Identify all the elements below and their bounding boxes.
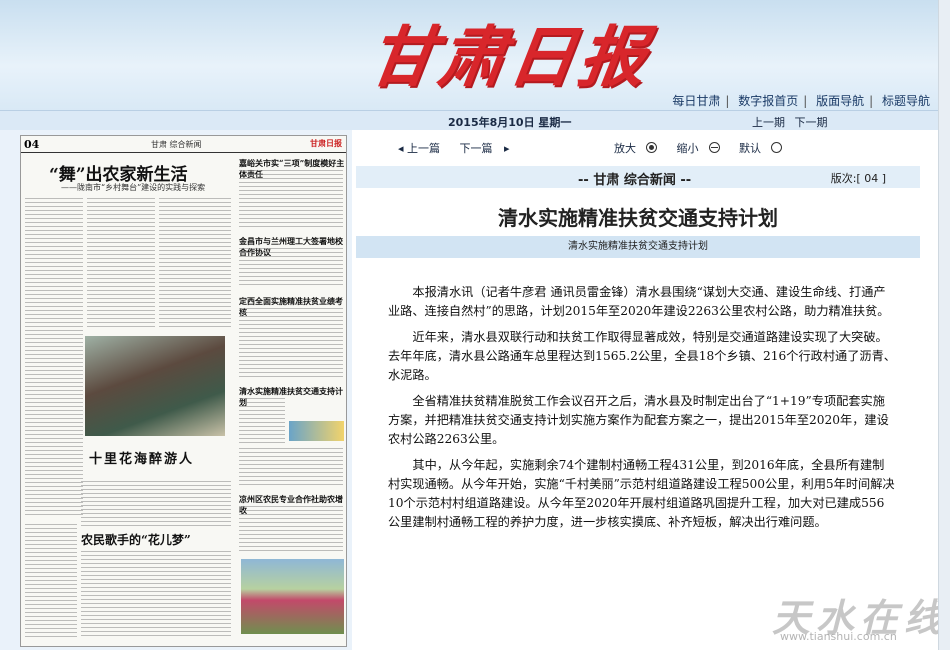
thumb-text-block <box>239 448 343 488</box>
issue-date: 2015年8月10日 星期一 <box>448 116 572 129</box>
article-prev-next: ◂ 上一篇 下一篇 ▸ <box>398 140 518 156</box>
prev-issue-link[interactable]: 上一期 <box>752 116 785 129</box>
thumb-page-number: 04 <box>24 138 40 151</box>
zoom-in-radio-icon <box>646 142 657 153</box>
article-paragraph: 本报清水讯（记者牛彦君 通讯员雷金锋）清水县围绕“谋划大交通、建设生命线、打通产… <box>388 285 890 318</box>
thumb-text-block <box>81 551 231 639</box>
thumb-text-block <box>239 506 343 554</box>
thumb-text-block <box>239 308 343 380</box>
nav-separator: | <box>869 94 874 108</box>
thumb-rule <box>21 152 346 153</box>
nav-digital-home[interactable]: 数字报首页 <box>738 94 798 108</box>
thumb-text-block <box>239 170 343 230</box>
thumb-text-block <box>25 524 77 639</box>
prev-article-link[interactable]: ◂ 上一篇 <box>398 142 448 155</box>
zoom-in-button[interactable]: 放大 <box>614 142 665 155</box>
nav-separator: | <box>803 94 808 108</box>
date-bar: 2015年8月10日 星期一 上一期 下一期 <box>0 110 950 131</box>
section-bar: -- 甘肃 综合新闻 -- 版次:[ 04 ] <box>356 166 920 188</box>
thumb-text-block <box>81 481 231 526</box>
thumb-text-block <box>239 398 285 444</box>
zoom-out-button[interactable]: 缩小 <box>677 142 728 155</box>
article-paragraph: 其中，从今年起，实施剩余74个建制村通畅工程431公里，到2016年底，全县所有… <box>388 458 895 529</box>
newspaper-page-thumbnail[interactable]: 04 甘肃 综合新闻 甘肃日报 “舞”出农家新生活 ——陇南市“乡村舞台”建设的… <box>20 135 347 647</box>
zoom-default-radio-icon <box>771 142 782 153</box>
top-nav: 每日甘肃 | 数字报首页 | 版面导航 | 标题导航 <box>672 92 930 109</box>
thumb-section: 甘肃 综合新闻 <box>151 140 202 149</box>
thumb-subhead: ——陇南市“乡村舞台”建设的实践与探索 <box>61 183 206 192</box>
article-title: 清水实施精准扶贫交通支持计划 <box>498 206 778 230</box>
thumb-mid-head[interactable]: 十里花海醉游人 <box>89 448 194 467</box>
article-body: 本报清水讯（记者牛彦君 通讯员雷金锋）清水县围绕“谋划大交通、建设生命线、打通产… <box>388 283 896 539</box>
zoom-default-label: 默认 <box>739 142 761 155</box>
window-scrollbar[interactable] <box>938 0 950 650</box>
nav-page-nav[interactable]: 版面导航 <box>816 94 864 108</box>
nav-separator: | <box>725 94 730 108</box>
thumb-low-head[interactable]: 农民歌手的“花儿梦” <box>81 531 191 548</box>
thumb-text-block <box>159 198 231 328</box>
watermark-url: www.tianshui.com.cn <box>780 630 897 643</box>
thumb-text-block <box>25 198 83 518</box>
article-paragraph: 全省精准扶贫精准脱贫工作会议召开之后，清水县及时制定出台了“1+19”专项配套实… <box>388 394 889 446</box>
next-article-link[interactable]: 下一篇 ▸ <box>460 142 510 155</box>
thumb-text-block <box>239 248 343 288</box>
prev-article-label: 上一篇 <box>407 142 441 155</box>
thumb-ad-image <box>289 421 344 441</box>
thumb-text-block <box>87 198 155 328</box>
nav-daily-gansu[interactable]: 每日甘肃 <box>672 94 720 108</box>
zoom-out-minus-icon <box>708 142 720 153</box>
thumb-photo-flowers <box>241 559 344 634</box>
masthead-logo: 甘肃日报 <box>363 18 655 96</box>
zoom-default-button[interactable]: 默认 <box>739 142 790 155</box>
issue-pager: 上一期 下一期 <box>752 114 834 130</box>
section-title: -- 甘肃 综合新闻 -- <box>578 173 692 188</box>
article-subtitle: 清水实施精准扶贫交通支持计划 <box>356 236 920 258</box>
zoom-out-label: 缩小 <box>676 142 699 155</box>
zoom-in-label: 放大 <box>614 142 636 155</box>
page-edition-label: 版次:[ 04 ] <box>830 172 886 185</box>
nav-title-nav[interactable]: 标题导航 <box>882 94 930 108</box>
header-banner: 甘肃日报 每日甘肃 | 数字报首页 | 版面导航 | 标题导航 <box>0 0 950 110</box>
article-paragraph: 近年来，清水县双联行动和扶贫工作取得显著成效，特别是交通道路建设实现了大突破。去… <box>388 330 896 382</box>
article-toolbar: ◂ 上一篇 下一篇 ▸ 放大 缩小 默认 <box>352 137 932 157</box>
next-article-label: 下一篇 <box>459 142 493 155</box>
thumb-photo-greenhouse <box>85 336 225 436</box>
next-issue-link[interactable]: 下一期 <box>795 116 828 129</box>
zoom-controls: 放大 缩小 默认 <box>614 140 798 156</box>
thumb-logo: 甘肃日报 <box>310 138 342 148</box>
